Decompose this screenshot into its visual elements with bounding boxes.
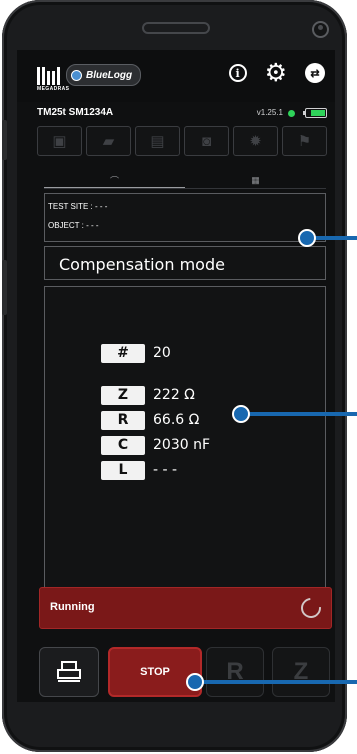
phone-frame: MEGADRAS BlueLogg i ⚙ ⇄ TM25t SM1234A v1… — [2, 0, 347, 752]
camera-icon[interactable]: ◙ — [184, 126, 229, 156]
value-text: 2030 nF — [153, 437, 211, 453]
bluelogg-icon — [71, 69, 82, 81]
connection-status-indicator — [288, 110, 295, 117]
folder-open-icon[interactable]: ▰ — [86, 126, 131, 156]
callout-dot-values — [232, 405, 250, 423]
z-button[interactable]: Z — [272, 647, 330, 697]
value-key: Z — [101, 385, 145, 405]
map-icon[interactable]: ⚑ — [282, 126, 327, 156]
spinner-icon — [296, 593, 326, 623]
value-text: 66.6 Ω — [153, 412, 200, 428]
front-camera — [312, 21, 329, 38]
battery-icon — [303, 108, 327, 118]
save-icon[interactable]: ▣ — [37, 126, 82, 156]
test-site-label: TEST SITE : - - - — [48, 202, 108, 211]
tab-grid[interactable]: ▦ — [185, 173, 326, 187]
app-version: v1.25.1 — [256, 108, 283, 117]
toolbar: ▣ ▰ ▤ ◙ ✹ ⚑ — [37, 126, 327, 156]
printer-icon — [57, 661, 81, 682]
brand-name: MEGADRAS — [37, 86, 70, 92]
app-header: MEGADRAS BlueLogg i ⚙ ⇄ — [17, 50, 335, 102]
callout-dot-info — [298, 229, 316, 247]
device-id: TM25t SM1234A — [37, 107, 114, 118]
print-button[interactable] — [39, 647, 99, 697]
gear-icon[interactable]: ⚙ — [265, 61, 287, 86]
info-icon[interactable]: i — [228, 64, 247, 82]
megadras-logo-icon — [37, 65, 60, 85]
battery-level — [311, 110, 325, 116]
value-text: 222 Ω — [153, 387, 195, 403]
value-key: # — [101, 343, 145, 363]
product-name: BlueLogg — [86, 69, 133, 81]
report-icon[interactable]: ▤ — [135, 126, 180, 156]
object-label: OBJECT : - - - — [48, 221, 99, 230]
callout-line-values — [246, 412, 357, 416]
callout-line-info — [312, 236, 357, 240]
volume-button — [2, 120, 7, 160]
value-row-c: C 2030 nF — [101, 435, 210, 455]
measurement-panel: # 20 Z 222 Ω R 66.6 Ω C 2030 nF L - - - — [44, 286, 326, 608]
tab-divider — [44, 188, 326, 189]
r-button[interactable]: R — [206, 647, 264, 697]
value-row-r: R 66.6 Ω — [101, 410, 199, 430]
stop-button[interactable]: STOP — [108, 647, 202, 697]
value-text: 20 — [153, 345, 171, 361]
test-info-panel: TEST SITE : - - - OBJECT : - - - — [44, 193, 326, 242]
run-status-text: Running — [50, 601, 95, 613]
value-row-l: L - - - — [101, 460, 177, 480]
run-status-bar: Running — [39, 587, 332, 629]
value-text: - - - — [153, 462, 178, 478]
device-status-row: TM25t SM1234A v1.25.1 — [17, 104, 335, 122]
callout-line-stop — [200, 680, 357, 684]
speaker-grille — [142, 22, 210, 34]
side-button — [2, 260, 7, 315]
mode-title: Compensation mode — [59, 255, 225, 274]
connection-icon[interactable]: ⇄ — [305, 63, 325, 83]
callout-dot-stop — [186, 673, 204, 691]
value-key: C — [101, 435, 145, 455]
mode-panel: Compensation mode — [44, 246, 326, 280]
view-tabs: ⌒ ▦ — [44, 173, 326, 189]
value-key: R — [101, 410, 145, 430]
locate-icon[interactable]: ✹ — [233, 126, 278, 156]
value-row-count: # 20 — [101, 343, 171, 363]
value-row-z: Z 222 Ω — [101, 385, 195, 405]
app-screen: MEGADRAS BlueLogg i ⚙ ⇄ TM25t SM1234A v1… — [17, 50, 335, 702]
value-key: L — [101, 460, 145, 480]
tab-gauge[interactable]: ⌒ — [44, 173, 185, 189]
bluelogg-badge: BlueLogg — [66, 64, 142, 86]
brand-logo: MEGADRAS BlueLogg — [37, 64, 142, 92]
